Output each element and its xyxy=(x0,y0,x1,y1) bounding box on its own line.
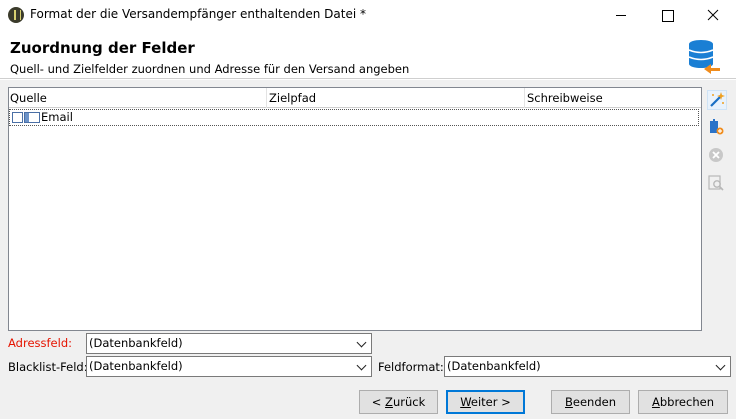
auto-map-button[interactable] xyxy=(707,90,727,110)
column-header-target[interactable]: Zielpfad xyxy=(267,88,525,108)
field-format-select[interactable]: (Datenbankfeld) xyxy=(444,356,731,377)
close-icon xyxy=(707,9,719,21)
table-row[interactable]: Email xyxy=(9,109,699,126)
maximize-button[interactable] xyxy=(644,0,690,30)
field-column-icon xyxy=(12,112,40,123)
field-format-value: (Datenbankfeld) xyxy=(447,359,541,373)
blacklist-field-value: (Datenbankfeld) xyxy=(89,359,183,373)
blacklist-field-label: Blacklist-Feld: xyxy=(8,360,88,374)
wizard-header: Zuordnung der Felder Quell- und Zielfeld… xyxy=(0,30,736,79)
next-button[interactable]: Weiter > xyxy=(446,390,525,414)
title-bar: Format der die Versandempfänger enthalte… xyxy=(0,0,736,30)
field-mapping-grid[interactable]: Quelle Zielpfad Schreibweise Email xyxy=(8,87,702,331)
column-header-case[interactable]: Schreibweise xyxy=(525,88,701,108)
chevron-down-icon[interactable] xyxy=(354,334,371,353)
add-mapping-button[interactable] xyxy=(707,118,727,138)
page-title: Zuordnung der Felder xyxy=(10,39,195,57)
close-button[interactable] xyxy=(690,0,736,30)
finish-button[interactable]: Beenden xyxy=(551,390,630,414)
page-subtitle: Quell- und Zielfelder zuordnen und Adres… xyxy=(10,62,410,76)
grid-scrollbar[interactable] xyxy=(697,88,701,330)
delete-icon xyxy=(709,148,723,162)
column-header-source[interactable]: Quelle xyxy=(9,88,267,108)
address-field-label: Adressfeld: xyxy=(8,336,72,350)
preview-icon xyxy=(708,175,724,191)
window-title: Format der die Versandempfänger enthalte… xyxy=(30,7,366,21)
grid-header: Quelle Zielpfad Schreibweise xyxy=(9,88,701,108)
field-format-label: Feldformat: xyxy=(378,360,444,374)
minimize-button[interactable] xyxy=(598,0,644,30)
cancel-button[interactable]: Abbrechen xyxy=(638,390,728,414)
source-field-name: Email xyxy=(41,110,73,124)
preview-button[interactable] xyxy=(707,174,727,194)
blacklist-field-select[interactable]: (Datenbankfeld) xyxy=(86,356,372,377)
add-mapping-icon xyxy=(710,119,724,135)
back-button[interactable]: < Zurück xyxy=(359,390,438,414)
database-icon xyxy=(688,40,720,74)
delete-mapping-button[interactable] xyxy=(707,146,727,166)
chevron-down-icon[interactable] xyxy=(354,357,371,376)
address-field-select[interactable]: (Datenbankfeld) xyxy=(86,333,372,354)
chevron-down-icon[interactable] xyxy=(713,357,730,376)
address-field-value: (Datenbankfeld) xyxy=(89,336,183,350)
magic-wand-icon xyxy=(710,92,725,107)
app-icon xyxy=(8,7,24,23)
